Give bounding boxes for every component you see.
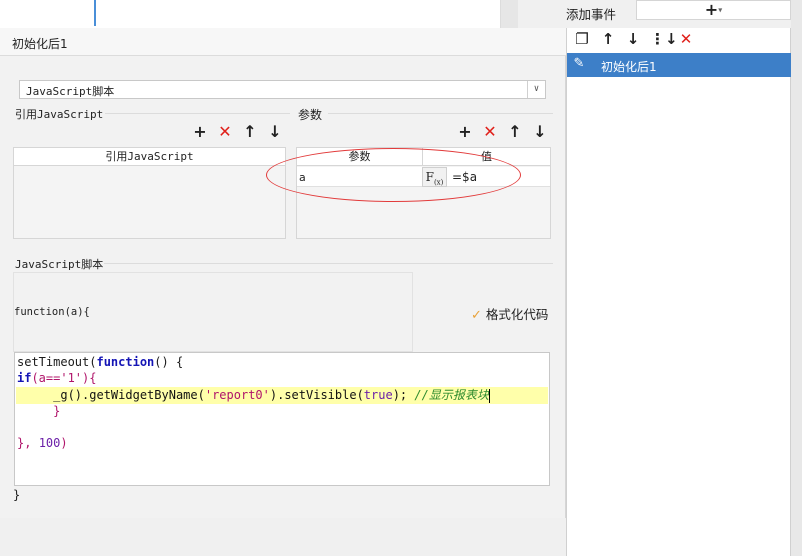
script-type-value: JavaScript脚本 <box>26 85 115 98</box>
function-signature: function(a){ <box>14 306 90 318</box>
plus-icon: + <box>704 0 719 19</box>
copy-icon: ❐ <box>575 30 589 48</box>
close-icon: ✕ <box>218 122 232 141</box>
move-up-event-button[interactable]: ↑ <box>599 30 617 48</box>
format-code-button[interactable]: ✓ 格式化代码 <box>471 304 548 323</box>
move-down-param-button[interactable]: ↓ <box>531 123 549 141</box>
ref-js-list[interactable]: 引用JavaScript <box>13 147 286 239</box>
format-code-label: 格式化代码 <box>485 307 549 322</box>
move-up-ref-button[interactable]: ↑ <box>241 123 259 141</box>
params-group-label: 参数 <box>298 108 323 122</box>
ref-js-group-divider <box>105 113 290 114</box>
top-workspace <box>0 0 500 28</box>
chevron-down-icon: ▾ <box>718 5 723 15</box>
arrow-down-icon: ↓ <box>626 30 640 48</box>
arrow-up-icon: ↑ <box>508 122 522 141</box>
code-line: _g().getWidgetByName('report0').setVisib… <box>17 388 490 403</box>
add-param-button[interactable]: + <box>456 123 474 141</box>
arrow-down-icon: ↓ <box>533 122 547 141</box>
move-down-event-button[interactable]: ↓ <box>624 30 642 48</box>
chevron-down-icon[interactable]: ∨ <box>527 81 545 98</box>
selection-edge <box>94 0 96 26</box>
plus-icon: + <box>458 122 472 141</box>
add-event-label: 添加事件 <box>566 7 617 22</box>
text-caret <box>488 388 490 403</box>
arrow-down-icon: ↓ <box>268 122 282 141</box>
dialog-title: 初始化后1 <box>0 28 566 56</box>
sort-event-button[interactable]: ⋮↓ <box>650 30 678 48</box>
delete-param-button[interactable]: ✕ <box>481 123 499 141</box>
code-line: if(a=='1'){ <box>17 371 97 385</box>
ref-js-column-header: 引用JavaScript <box>14 148 285 166</box>
add-ref-button[interactable]: + <box>191 123 209 141</box>
close-icon: ✕ <box>483 122 497 141</box>
event-label: 初始化后1 <box>601 60 657 74</box>
edit-icon: ✎ <box>573 56 585 71</box>
panel-scrollbar[interactable] <box>791 0 802 556</box>
brush-icon: ✓ <box>471 308 482 323</box>
move-down-ref-button[interactable]: ↓ <box>266 123 284 141</box>
workspace-scrollbar[interactable] <box>500 0 518 28</box>
app-root: 添加事件 +▾ 初始化后1 JavaScript脚本 ∨ 引用JavaScrip… <box>0 0 802 556</box>
add-event-button[interactable]: +▾ <box>636 0 791 20</box>
script-group-divider <box>104 263 553 264</box>
event-list-item[interactable]: ✎ 初始化后1 <box>567 53 791 77</box>
annotation-ellipse <box>266 148 521 202</box>
delete-event-button[interactable]: ✕ <box>677 30 695 48</box>
code-line: } <box>17 404 61 418</box>
function-closing: } <box>13 488 21 502</box>
move-up-param-button[interactable]: ↑ <box>506 123 524 141</box>
plus-icon: + <box>193 122 207 141</box>
copy-event-button[interactable]: ❐ <box>573 30 591 48</box>
code-line: setTimeout(function() { <box>17 355 184 369</box>
params-group-divider <box>328 113 553 114</box>
events-panel <box>566 28 791 556</box>
ref-js-group-label: 引用JavaScript <box>15 108 104 121</box>
delete-ref-button[interactable]: ✕ <box>216 123 234 141</box>
code-editor[interactable]: setTimeout(function() { if(a=='1'){ _g()… <box>14 352 550 486</box>
code-line: }, 100) <box>17 436 68 450</box>
close-icon: ✕ <box>679 30 693 48</box>
arrow-up-icon: ↑ <box>243 122 257 141</box>
sort-icon: ⋮↓ <box>650 30 678 48</box>
script-type-select[interactable]: JavaScript脚本 ∨ <box>19 80 546 99</box>
arrow-up-icon: ↑ <box>601 30 615 48</box>
script-group-label: JavaScript脚本 <box>15 258 104 271</box>
